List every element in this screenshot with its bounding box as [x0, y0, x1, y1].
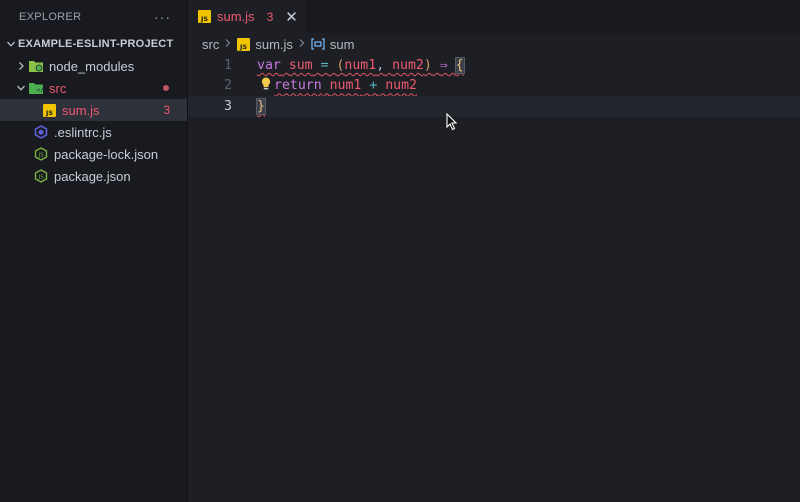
code-editor[interactable]: 1 var sum = (num1, num2) ⇒ { 2 return nu… [188, 55, 800, 117]
code-line: 1 var sum = (num1, num2) ⇒ { [188, 55, 800, 76]
svg-text:</>: </> [37, 87, 45, 94]
breadcrumb-symbol[interactable]: sum [330, 37, 355, 52]
operator: = [320, 57, 329, 73]
code-text: var sum = (num1, num2) ⇒ { [257, 56, 465, 74]
line-number: 3 [224, 98, 232, 114]
paren: ) [423, 57, 432, 73]
nodejs-icon: JS [33, 168, 49, 184]
src-folder-icon: </> [28, 80, 44, 96]
chevron-down-icon [14, 83, 28, 93]
tree-item-label: sum.js [62, 102, 100, 118]
tab-problem-count: 3 [266, 9, 274, 24]
svg-text:JS: JS [200, 15, 208, 23]
nodejs-icon: JS [33, 146, 49, 162]
node-folder-icon [28, 58, 44, 74]
tree-item-package-lock[interactable]: JS package-lock.json [0, 143, 187, 165]
problem-count-badge: 3 [163, 103, 170, 117]
svg-text:JS: JS [45, 109, 53, 117]
code-line-current: 3 } [188, 96, 800, 117]
js-file-icon: JS [41, 102, 57, 118]
line-number: 2 [224, 78, 232, 94]
editor-area: JS sum.js 3 ✕ src JS sum.js sum 1 var su… [188, 0, 800, 502]
project-root[interactable]: EXAMPLE-ESLINT-PROJECT [0, 33, 187, 55]
tree-item-sum-js[interactable]: JS sum.js 3 [0, 99, 187, 121]
keyword: var [257, 57, 281, 73]
js-file-icon: JS [198, 10, 211, 23]
identifier: num2 [385, 78, 417, 94]
tree-item-label: package-lock.json [54, 146, 159, 162]
modified-dot [163, 85, 169, 91]
breadcrumb-file[interactable]: sum.js [255, 37, 293, 52]
chevron-right-icon [224, 38, 232, 51]
breadcrumb: src JS sum.js sum [188, 33, 800, 55]
tab-sum-js[interactable]: JS sum.js 3 ✕ [188, 0, 305, 33]
chevron-right-icon [14, 61, 28, 71]
chevron-right-icon [298, 38, 306, 51]
explorer-sidebar: EXPLORER ··· EXAMPLE-ESLINT-PROJECT node… [0, 0, 188, 502]
svg-text:JS: JS [38, 153, 45, 159]
variable-symbol-icon [311, 38, 325, 50]
tree-item-label: package.json [54, 168, 131, 184]
js-file-icon: JS [237, 37, 251, 51]
explorer-header: EXPLORER ··· [0, 0, 187, 33]
code-text: return num1 + num2 [274, 78, 417, 93]
brace: { [454, 56, 465, 74]
code-line: 2 return num1 + num2 [188, 76, 800, 97]
operator: + [369, 78, 378, 94]
comma: , [376, 57, 385, 73]
tree-item-label: node_modules [49, 58, 135, 74]
tree-item-src[interactable]: </> src [0, 77, 187, 99]
tree-item-label: src [49, 80, 67, 96]
project-name: EXAMPLE-ESLINT-PROJECT [18, 38, 174, 50]
close-tab-button[interactable]: ✕ [285, 8, 298, 26]
eslint-icon [33, 124, 49, 140]
svg-text:JS: JS [38, 175, 45, 181]
code-text: } [256, 97, 266, 115]
param: num1 [344, 57, 377, 73]
keyword: return [274, 78, 322, 94]
param: num2 [392, 57, 424, 73]
tree-item-package-json[interactable]: JS package.json [0, 165, 187, 187]
explorer-title: EXPLORER [19, 10, 82, 23]
brace: } [256, 97, 266, 115]
identifier: num1 [329, 78, 362, 94]
tree-item-label: .eslintrc.js [54, 124, 112, 140]
tree-item-eslintrc[interactable]: .eslintrc.js [0, 121, 187, 143]
identifier: sum [288, 57, 313, 73]
tab-bar: JS sum.js 3 ✕ [188, 0, 800, 33]
chevron-down-icon [4, 39, 18, 49]
svg-text:JS: JS [239, 43, 247, 51]
mouse-cursor-icon [446, 112, 458, 136]
line-number: 1 [224, 57, 232, 73]
arrow: ⇒ [439, 57, 448, 73]
breadcrumb-folder[interactable]: src [202, 37, 219, 52]
tab-label: sum.js [217, 9, 255, 24]
tree-item-node-modules[interactable]: node_modules [0, 55, 187, 77]
lightbulb-icon[interactable] [260, 76, 272, 96]
more-actions-button[interactable]: ··· [154, 9, 171, 25]
